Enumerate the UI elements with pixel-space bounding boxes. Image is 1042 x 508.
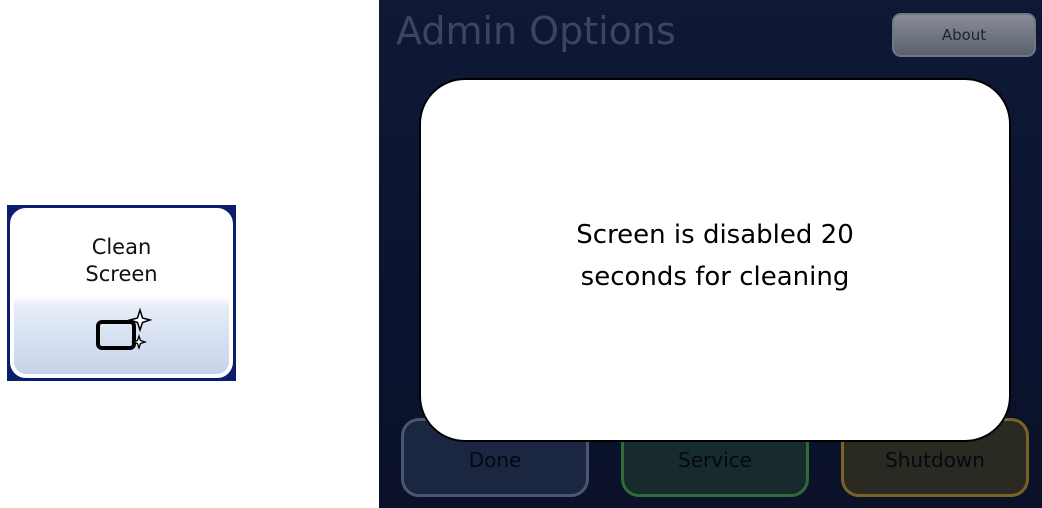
about-button[interactable]: About xyxy=(892,13,1036,57)
clean-screen-button[interactable]: Clean Screen xyxy=(10,208,233,378)
shutdown-button-label: Shutdown xyxy=(885,448,985,472)
cleaning-modal: Screen is disabled 20 seconds for cleani… xyxy=(419,78,1011,442)
page-title: Admin Options xyxy=(396,9,676,53)
clean-screen-sparkle-icon xyxy=(96,308,153,351)
clean-screen-label: Clean Screen xyxy=(85,235,158,286)
service-button-label: Service xyxy=(678,448,752,472)
done-button-label: Done xyxy=(468,448,522,472)
cleaning-message: Screen is disabled 20 seconds for cleani… xyxy=(576,220,854,292)
admin-options-screen: Admin Options About Done Service Shutdow… xyxy=(379,0,1042,508)
clean-screen-button-frame: Clean Screen xyxy=(7,205,236,381)
